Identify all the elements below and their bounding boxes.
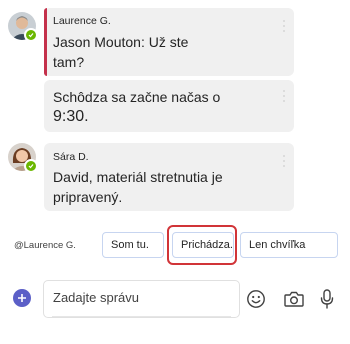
message-text: David, materiál stretnutia je pripravený…	[53, 167, 223, 207]
camera-icon[interactable]	[282, 288, 306, 310]
microphone-icon[interactable]	[317, 287, 337, 311]
message-bubble[interactable]: Laurence G. Jason Mouton: Už ste tam?	[44, 8, 294, 76]
presence-available-icon	[24, 159, 38, 173]
message-line: tam?	[53, 54, 85, 70]
message-text: Schôdza sa začne načas o 9:30.	[53, 87, 220, 127]
highlighted-chip-outline	[167, 225, 237, 265]
message-sender: Sára D.	[53, 151, 89, 163]
message-input-placeholder: Zadajte správu	[53, 290, 139, 305]
suggested-reply-chip[interactable]: Som tu.	[102, 232, 164, 258]
message-bubble[interactable]: Sára D. David, materiál stretnutia je pr…	[44, 143, 294, 211]
message-bubble[interactable]: Schôdza sa začne načas o 9:30.	[44, 80, 294, 132]
more-options-icon[interactable]	[283, 90, 285, 102]
message-input[interactable]: Zadajte správu	[43, 280, 240, 318]
chat-screen: Laurence G. Jason Mouton: Už ste tam? Sc…	[0, 0, 350, 344]
more-options-icon[interactable]	[283, 20, 285, 32]
highlight-bar	[44, 8, 47, 76]
message-text: Jason Mouton: Už ste tam?	[53, 32, 188, 72]
avatar-sara[interactable]	[8, 143, 38, 173]
message-line: pripravený.	[53, 189, 123, 205]
avatar-laurence[interactable]	[8, 12, 38, 42]
suggestion-mention: @Laurence G.	[14, 240, 76, 251]
more-options-icon[interactable]	[283, 155, 285, 167]
suggested-reply-chip[interactable]: Len chvíľka	[240, 232, 338, 258]
presence-available-icon	[24, 28, 38, 42]
message-line: Schôdza sa začne načas o	[53, 89, 221, 105]
message-sender: Laurence G.	[53, 15, 111, 27]
emoji-icon[interactable]	[245, 288, 267, 310]
message-line: David, materiál stretnutia je	[53, 169, 223, 185]
message-line: 9:30.	[53, 108, 89, 125]
plus-circle-icon[interactable]	[13, 289, 31, 307]
message-line: Jason Mouton: Už ste	[53, 34, 189, 50]
input-underline	[52, 316, 231, 317]
